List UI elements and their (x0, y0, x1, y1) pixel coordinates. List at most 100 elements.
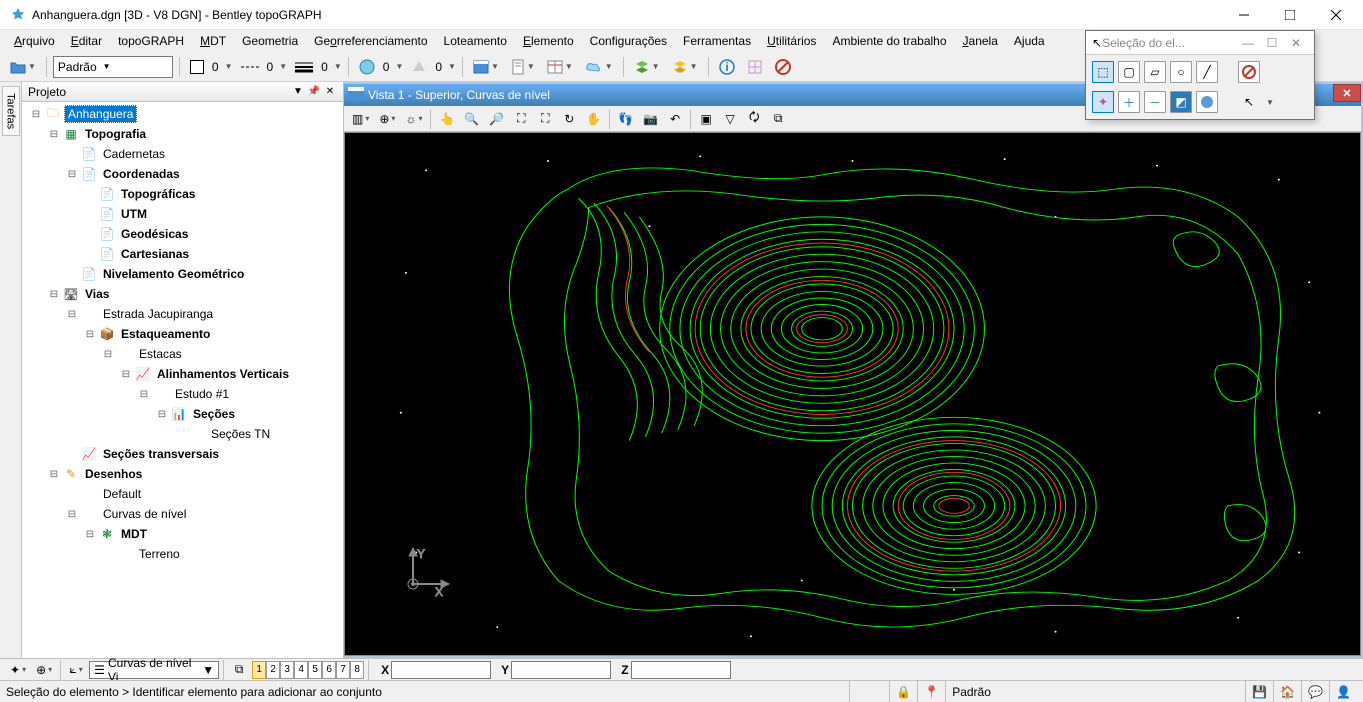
tarefas-tab[interactable]: Tarefas (0, 82, 22, 658)
coord-x-input[interactable] (391, 661, 491, 679)
select-icon[interactable]: 👆 (435, 108, 458, 130)
cloud-button[interactable]: ▼ (581, 56, 617, 78)
fit-view-icon[interactable]: ⛶ (534, 108, 556, 130)
tree-node[interactable]: ⊟Estudo #1 (22, 384, 343, 404)
zoom-window-icon[interactable]: ⛶ (510, 108, 532, 130)
select-pointer-menu[interactable]: ▼ (1266, 98, 1274, 107)
open-button[interactable]: ▼ (6, 56, 40, 78)
tree-expander[interactable]: ⊟ (48, 129, 60, 140)
tree-expander[interactable]: ⊟ (156, 409, 168, 420)
clip-mask-icon[interactable]: ▽ (719, 108, 741, 130)
locks-button[interactable]: ⊕▾ (32, 659, 56, 681)
view-copy-icon[interactable]: ⧉ (767, 108, 789, 130)
select-circle-icon[interactable]: ○ (1170, 61, 1192, 83)
fill-color-button[interactable] (186, 56, 208, 78)
tree-node[interactable]: ⊟✎Desenhos (22, 464, 343, 484)
coord-y-input[interactable] (511, 661, 611, 679)
info-button[interactable]: i (715, 56, 739, 78)
tree-node[interactable]: ⊟📈Alinhamentos Verticais (22, 364, 343, 384)
tree-expander[interactable]: ⊟ (84, 529, 96, 540)
zoom-out-icon[interactable]: 🔎 (485, 108, 508, 130)
tree-expander[interactable]: ⊟ (66, 309, 78, 320)
tree-node[interactable]: 📈Seções transversais (22, 444, 343, 464)
tree-expander[interactable]: ⊟ (48, 469, 60, 480)
tree-node[interactable]: 📄Geodésicas (22, 224, 343, 244)
view-prev-icon[interactable]: ↶ (664, 108, 686, 130)
layers-button[interactable]: ▼ (630, 56, 664, 78)
pan-icon[interactable]: ✋ (582, 108, 605, 130)
tree-node[interactable]: ⊟📄Coordenadas (22, 164, 343, 184)
tree-node[interactable]: 📄UTM (22, 204, 343, 224)
menu-configurações[interactable]: Configurações (584, 32, 673, 50)
camera-icon[interactable]: 📷 (639, 108, 662, 130)
view-number-7[interactable]: 7 (336, 661, 350, 679)
menu-arquivo[interactable]: Arquivo (8, 32, 61, 50)
menu-georreferenciamento[interactable]: Georreferenciamento (308, 32, 433, 50)
tree-node[interactable]: ⊟❃MDT (22, 524, 343, 544)
globe-button[interactable] (355, 56, 379, 78)
project-tree[interactable]: ⊟🗀Anhanguera⊟▦Topografia📄Cadernetas⊟📄Coo… (22, 102, 343, 658)
view-number-4[interactable]: 4 (294, 661, 308, 679)
view-display-button[interactable]: ⊕▾ (375, 108, 399, 130)
tree-expander[interactable]: ⊟ (120, 369, 132, 380)
view-number-3[interactable]: 3 (280, 661, 294, 679)
select-disable-icon[interactable] (1238, 61, 1260, 83)
maximize-button[interactable] (1267, 0, 1313, 30)
menu-ambiente do trabalho[interactable]: Ambiente do trabalho (826, 32, 952, 50)
tree-node[interactable]: 📄Nivelamento Geométrico (22, 264, 343, 284)
clip-volume-icon[interactable]: ▣ (695, 108, 717, 130)
select-pointer-icon[interactable]: ↖ (1238, 91, 1260, 113)
snap-button[interactable]: ✦▾ (6, 659, 30, 681)
transparency-button[interactable] (407, 56, 431, 78)
line-weight-button[interactable] (291, 56, 317, 78)
menu-elemento[interactable]: Elemento (517, 32, 580, 50)
document-button[interactable]: ▼ (507, 56, 539, 78)
walk-icon[interactable]: 👣 (614, 108, 637, 130)
view-number-6[interactable]: 6 (322, 661, 336, 679)
view-refresh-icon[interactable]: 🗘 (743, 108, 765, 130)
zoom-in-icon[interactable]: 🔍 (460, 108, 483, 130)
tool-window-close[interactable]: ✕ (1284, 36, 1308, 50)
status-pin-icon[interactable]: 📍 (917, 681, 945, 702)
tree-expander[interactable]: ⊟ (138, 389, 150, 400)
status-level[interactable]: Padrão (945, 681, 1245, 702)
tree-node[interactable]: 📄Topográficas (22, 184, 343, 204)
tree-expander[interactable]: ⊟ (102, 349, 114, 360)
tool-window-maximize[interactable]: ☐ (1260, 36, 1284, 50)
menu-editar[interactable]: Editar (65, 32, 108, 50)
tree-node[interactable]: ⊟▦Topografia (22, 124, 343, 144)
menu-ferramentas[interactable]: Ferramentas (677, 32, 757, 50)
select-line-icon[interactable]: ╱ (1196, 61, 1218, 83)
tree-node[interactable]: ⊟🛣Vias (22, 284, 343, 304)
view-number-5[interactable]: 5 (308, 661, 322, 679)
menu-utilitários[interactable]: Utilitários (761, 32, 822, 50)
view-close-button[interactable]: ✕ (1333, 84, 1361, 102)
status-save-icon[interactable]: 💾 (1245, 681, 1273, 702)
menu-topograph[interactable]: topoGRAPH (112, 32, 190, 50)
menu-loteamento[interactable]: Loteamento (438, 32, 513, 50)
coord-z-input[interactable] (631, 661, 731, 679)
menu-geometria[interactable]: Geometria (236, 32, 304, 50)
view-canvas[interactable]: YX (344, 132, 1361, 656)
selection-tool-window[interactable]: ↖ Seleção do el... — ☐ ✕ ⬚ ▢ ▱ ○ ╱ ✦ ＋ －… (1085, 30, 1315, 120)
active-level-combo[interactable]: ☰ Curvas de nível Vi ▼ (89, 661, 219, 679)
layers2-button[interactable]: ▼ (668, 56, 702, 78)
panel-menu-button[interactable]: ▼ (291, 85, 305, 99)
select-rect-icon[interactable]: ⬚ (1092, 61, 1114, 83)
status-user-icon[interactable]: 👤 (1329, 681, 1357, 702)
tree-expander[interactable]: ⊟ (66, 509, 78, 520)
menu-ajuda[interactable]: Ajuda (1008, 32, 1051, 50)
tree-node[interactable]: ⊟🗀Anhanguera (22, 104, 343, 124)
tree-node[interactable]: ⊟Estacas (22, 344, 343, 364)
status-home-icon[interactable]: 🏠 (1273, 681, 1301, 702)
tree-expander[interactable]: ⊟ (84, 329, 96, 340)
select-add-icon[interactable]: ＋ (1118, 91, 1140, 113)
view-group-button[interactable]: ⧉ (228, 659, 250, 681)
no-entry-button[interactable] (771, 56, 795, 78)
view-number-1[interactable]: 1 (252, 661, 266, 679)
tree-node[interactable]: Default (22, 484, 343, 504)
view-number-2[interactable]: 2 (266, 661, 280, 679)
select-all-icon[interactable] (1196, 91, 1218, 113)
view-attributes-button[interactable]: ▥▾ (348, 108, 373, 130)
accudraw-button[interactable]: ⟀▾ (65, 659, 87, 681)
